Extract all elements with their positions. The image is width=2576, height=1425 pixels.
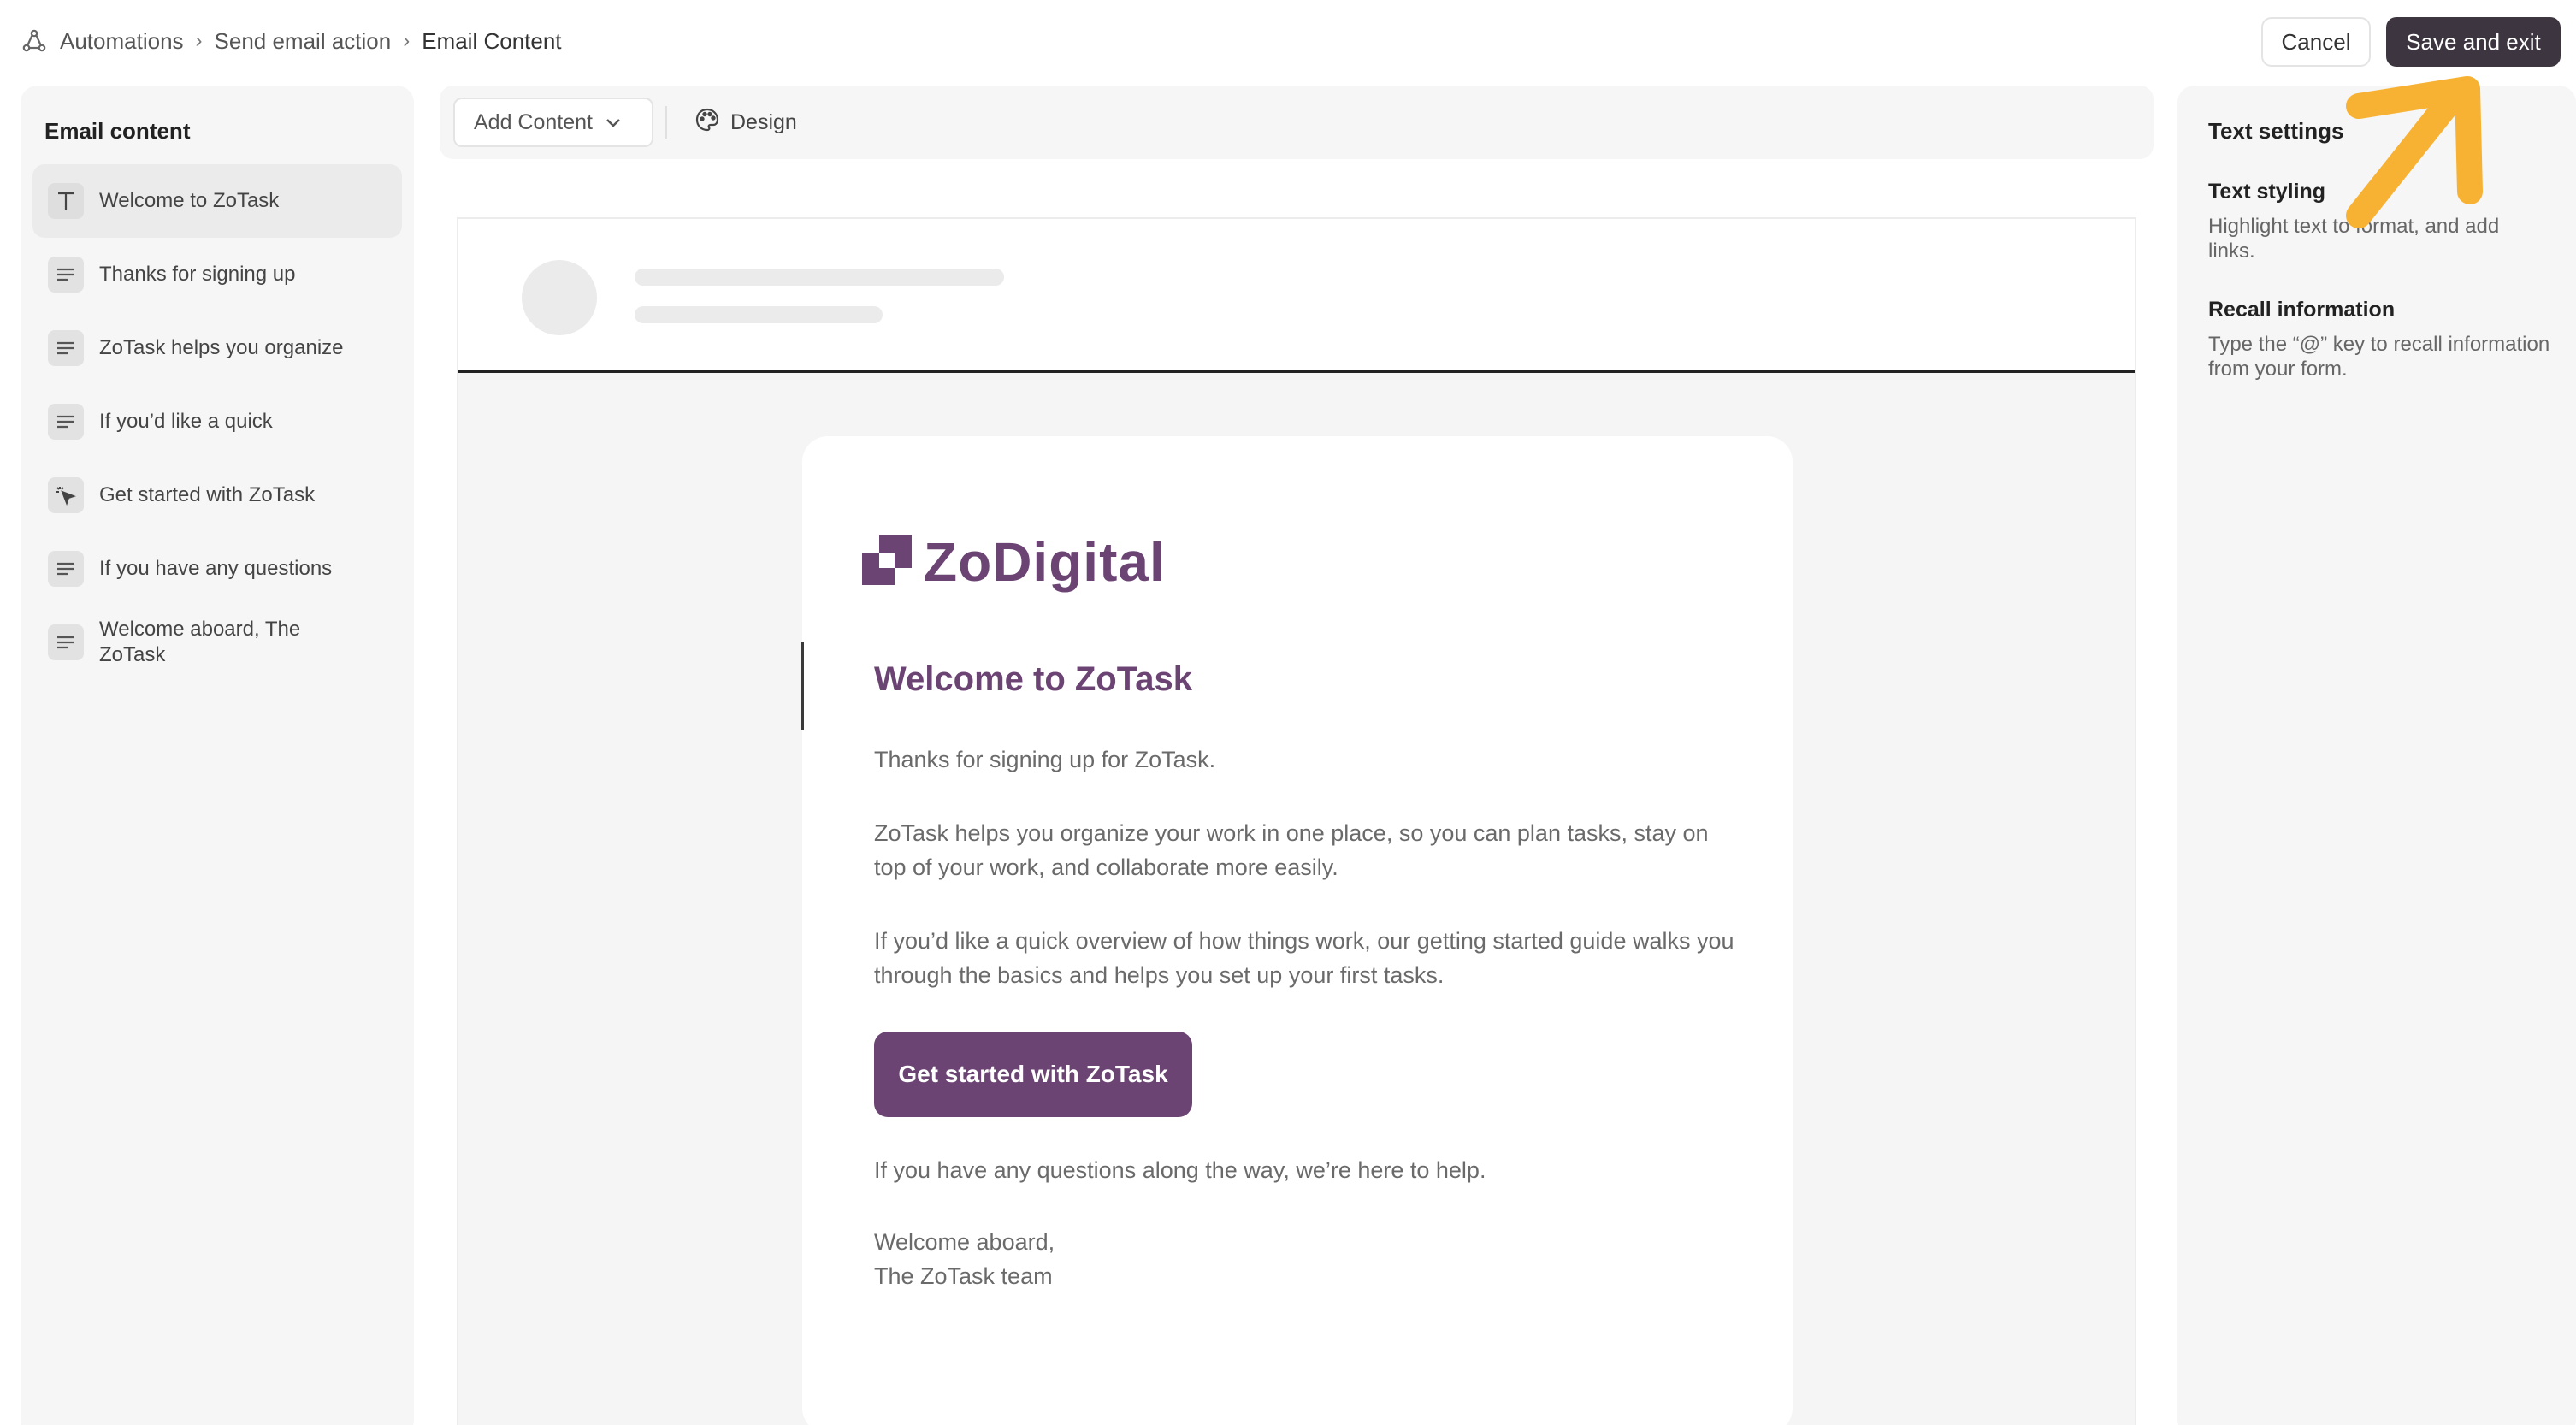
brand-logo: ZoDigital — [862, 530, 1166, 594]
chevron-right-icon: › — [403, 29, 411, 52]
sidebar-item-label: Thanks for signing up — [99, 263, 296, 286]
recall-information-description: Type the “@” key to recall information f… — [2208, 333, 2550, 381]
text-settings-panel: Text settings Text styling Highlight tex… — [2177, 86, 2576, 1425]
paragraph-icon — [48, 551, 84, 587]
automation-icon — [21, 27, 48, 55]
chevron-down-icon — [605, 110, 622, 135]
design-label: Design — [730, 109, 797, 134]
skeleton-line — [635, 306, 883, 323]
email-body-card: ZoDigital Welcome to ZoTask Thanks for s… — [801, 436, 1793, 1425]
save-and-exit-button[interactable]: Save and exit — [2386, 17, 2561, 67]
add-content-label: Add Content — [474, 109, 593, 134]
sidebar-list: Welcome to ZoTask Thanks for signing up … — [32, 164, 402, 679]
logo-mark-icon — [862, 535, 912, 589]
email-paragraph-organize[interactable]: ZoTask helps you organize your work in o… — [874, 816, 1738, 884]
sidebar-item-thanks[interactable]: Thanks for signing up — [32, 238, 402, 311]
email-preview-header — [458, 219, 2135, 373]
sidebar-item-label: If you’d like a quick — [99, 410, 273, 433]
panel-title: Text settings — [2208, 118, 2344, 144]
sidebar-item-label: Get started with ZoTask — [99, 483, 316, 506]
sidebar-item-welcome-heading[interactable]: Welcome to ZoTask — [32, 164, 402, 238]
paragraph-icon — [48, 404, 84, 440]
email-signoff[interactable]: Welcome aboard, The ZoTask team — [874, 1225, 1738, 1293]
text-styling-title: Text styling — [2208, 180, 2326, 204]
email-paragraph-quick[interactable]: If you’d like a quick overview of how th… — [874, 924, 1738, 992]
breadcrumb-email-content: Email Content — [422, 27, 562, 54]
add-content-dropdown[interactable]: Add Content — [453, 98, 653, 147]
skeleton-avatar — [522, 260, 597, 335]
editor-toolbar: Add Content Design — [440, 86, 2154, 159]
email-content-sidebar: Email content Welcome to ZoTask Thanks f… — [21, 86, 414, 1425]
toolbar-divider — [665, 106, 667, 139]
paragraph-icon — [48, 624, 84, 660]
palette-icon — [694, 107, 720, 139]
email-canvas: ZoDigital Welcome to ZoTask Thanks for s… — [457, 217, 2136, 1425]
paragraph-icon — [48, 330, 84, 366]
skeleton-line — [635, 269, 1004, 286]
cancel-button[interactable]: Cancel — [2261, 17, 2371, 67]
paragraph-icon — [48, 257, 84, 293]
email-paragraph-thanks[interactable]: Thanks for signing up for ZoTask. — [874, 742, 1738, 777]
breadcrumb: Automations › Send email action › Email … — [21, 24, 562, 58]
sidebar-item-label: ZoTask helps you organize — [99, 336, 344, 359]
heading-icon — [48, 183, 84, 219]
sidebar-item-questions[interactable]: If you have any questions — [32, 532, 402, 606]
button-click-icon — [48, 477, 84, 513]
sidebar-item-quick[interactable]: If you’d like a quick — [32, 385, 402, 458]
email-heading[interactable]: Welcome to ZoTask — [874, 660, 1192, 699]
logo-text: ZoDigital — [924, 531, 1166, 593]
signoff-line: The ZoTask team — [874, 1263, 1053, 1289]
recall-information-title: Recall information — [2208, 298, 2396, 322]
chevron-right-icon: › — [195, 29, 203, 52]
breadcrumb-send-email-action[interactable]: Send email action — [215, 28, 392, 55]
sidebar-item-organize[interactable]: ZoTask helps you organize — [32, 311, 402, 385]
design-button[interactable]: Design — [694, 98, 797, 147]
signoff-line: Welcome aboard, — [874, 1229, 1055, 1255]
sidebar-item-label: Welcome to ZoTask — [99, 189, 280, 212]
sidebar-item-welcome-aboard[interactable]: Welcome aboard, The ZoTask — [32, 606, 402, 679]
top-bar: Automations › Send email action › Email … — [0, 0, 2576, 82]
sidebar-item-get-started-button[interactable]: Get started with ZoTask — [32, 458, 402, 532]
email-paragraph-questions[interactable]: If you have any questions along the way,… — [874, 1153, 1738, 1187]
text-styling-description: Highlight text to format, and add links. — [2208, 215, 2500, 263]
selected-block-indicator — [801, 642, 804, 730]
sidebar-item-label: If you have any questions — [99, 557, 333, 580]
sidebar-title: Email content — [44, 118, 191, 144]
get-started-button[interactable]: Get started with ZoTask — [874, 1032, 1192, 1117]
sidebar-item-label: Welcome aboard, The ZoTask — [99, 618, 301, 666]
breadcrumb-automations[interactable]: Automations — [60, 28, 184, 55]
